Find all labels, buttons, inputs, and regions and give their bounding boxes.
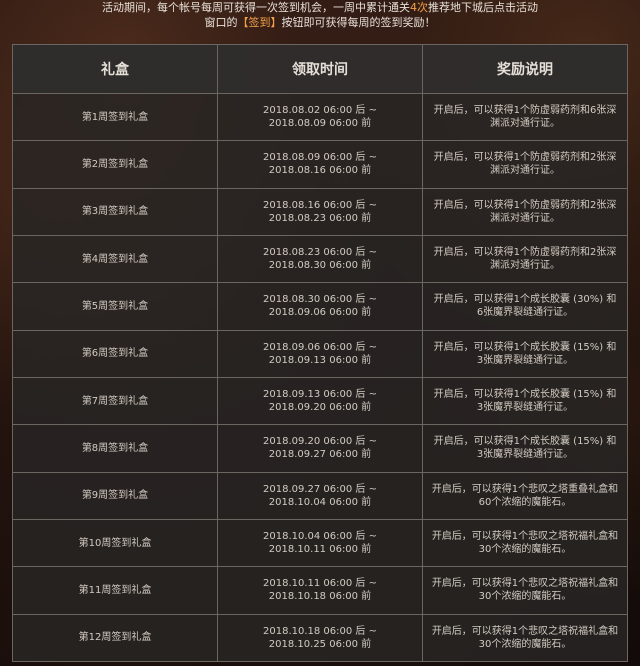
reward-desc: 开启后，可以获得1个悲叹之塔祝福礼盒和30个浓缩的魔能石。 <box>422 518 628 568</box>
claim-time: 2018.08.30 06:00 后 ~2018.09.06 06:00 前 <box>217 282 423 331</box>
reward-desc: 开启后，可以获得1个悲叹之塔重叠礼盒和60个浓缩的魔能石。 <box>422 471 628 520</box>
gift-box-name: 第6周签到礼盒 <box>12 329 218 378</box>
table-row: 第3周签到礼盒 2018.08.16 06:00 后 ~2018.08.23 0… <box>12 187 628 236</box>
claim-end: 2018.08.30 06:00 前 <box>268 260 372 272</box>
reward-desc: 开启后，可以获得1个成长胶囊 (15%) 和3张魔界裂缝通行证。 <box>422 329 628 378</box>
claim-start: 2018.08.02 06:00 后 ~ <box>263 105 377 117</box>
notice-line-2: 窗口的【签到】按钮即可获得每周的签到奖励！ <box>0 15 640 30</box>
claim-time: 2018.09.06 06:00 后 ~2018.09.13 06:00 前 <box>217 329 423 378</box>
reward-desc: 开启后，可以获得1个成长胶囊 (15%) 和3张魔界裂缝通行证。 <box>422 376 628 426</box>
claim-time: 2018.10.11 06:00 后 ~2018.10.18 06:00 前 <box>217 566 423 615</box>
reward-desc: 开启后，可以获得1个防虚弱药剂和2张深渊派对通行证。 <box>422 140 628 189</box>
claim-start: 2018.09.13 06:00 后 ~ <box>263 389 377 401</box>
table-row: 第5周签到礼盒 2018.08.30 06:00 后 ~2018.09.06 0… <box>12 282 628 331</box>
claim-time: 2018.10.18 06:00 后 ~2018.10.25 06:00 前 <box>217 613 423 663</box>
notice-text: 按钮即可获得每周的签到奖励！ <box>281 16 436 29</box>
claim-start: 2018.08.30 06:00 后 ~ <box>263 294 377 306</box>
claim-start: 2018.09.20 06:00 后 ~ <box>263 436 377 448</box>
claim-end: 2018.09.13 06:00 前 <box>268 354 372 366</box>
reward-desc: 开启后，可以获得1个悲叹之塔祝福礼盒和30个浓缩的魔能石。 <box>422 613 628 663</box>
claim-end: 2018.10.11 06:00 前 <box>268 544 372 556</box>
gift-box-name: 第8周签到礼盒 <box>12 424 218 473</box>
table-row: 第2周签到礼盒 2018.08.09 06:00 后 ~2018.08.16 0… <box>12 140 628 189</box>
notice-highlight-count: 4次 <box>410 1 428 14</box>
reward-desc: 开启后，可以获得1个成长胶囊 (15%) 和3张魔界裂缝通行证。 <box>422 424 628 473</box>
claim-end: 2018.08.09 06:00 前 <box>268 118 372 130</box>
reward-table: 礼盒 领取时间 奖励说明 第1周签到礼盒 2018.08.02 06:00 后 … <box>12 44 628 663</box>
claim-start: 2018.08.23 06:00 后 ~ <box>263 247 377 259</box>
header-gift-box: 礼盒 <box>12 44 218 94</box>
claim-start: 2018.10.11 06:00 后 ~ <box>263 578 377 590</box>
table-row: 第9周签到礼盒 2018.09.27 06:00 后 ~2018.10.04 0… <box>12 471 628 520</box>
claim-time: 2018.09.13 06:00 后 ~2018.09.20 06:00 前 <box>217 376 423 426</box>
claim-end: 2018.09.06 06:00 前 <box>268 307 372 319</box>
claim-start: 2018.10.04 06:00 后 ~ <box>263 531 377 543</box>
gift-box-name: 第4周签到礼盒 <box>12 234 218 284</box>
reward-desc: 开启后，可以获得1个防虚弱药剂和6张深渊派对通行证。 <box>422 92 628 142</box>
gift-box-name: 第11周签到礼盒 <box>12 566 218 615</box>
notice-text: 推荐地下城后点击活动 <box>428 1 538 14</box>
table-row: 第4周签到礼盒 2018.08.23 06:00 后 ~2018.08.30 0… <box>12 234 628 284</box>
claim-start: 2018.10.18 06:00 后 ~ <box>263 625 377 637</box>
claim-time: 2018.08.23 06:00 后 ~2018.08.30 06:00 前 <box>217 234 423 284</box>
notice-text: 窗口的 <box>204 16 238 29</box>
table-header-row: 礼盒 领取时间 奖励说明 <box>12 44 628 94</box>
gift-box-name: 第1周签到礼盒 <box>12 92 218 142</box>
claim-time: 2018.10.04 06:00 后 ~2018.10.11 06:00 前 <box>217 518 423 568</box>
claim-start: 2018.09.06 06:00 后 ~ <box>263 341 377 353</box>
event-notice: 活动期间，每个帐号每周可获得一次签到机会，一周中累计通关4次推荐地下城后点击活动… <box>0 0 640 40</box>
table-row: 第8周签到礼盒 2018.09.20 06:00 后 ~2018.09.27 0… <box>12 424 628 473</box>
header-claim-time: 领取时间 <box>217 44 423 94</box>
notice-line-1: 活动期间，每个帐号每周可获得一次签到机会，一周中累计通关4次推荐地下城后点击活动 <box>0 0 640 15</box>
claim-end: 2018.08.16 06:00 前 <box>268 165 372 177</box>
reward-desc: 开启后，可以获得1个成长胶囊 (30%) 和6张魔界裂缝通行证。 <box>422 282 628 331</box>
claim-end: 2018.10.25 06:00 前 <box>268 638 372 650</box>
table-row: 第10周签到礼盒 2018.10.04 06:00 后 ~2018.10.11 … <box>12 518 628 568</box>
table-row: 第12周签到礼盒 2018.10.18 06:00 后 ~2018.10.25 … <box>12 613 628 663</box>
claim-start: 2018.08.09 06:00 后 ~ <box>263 152 377 164</box>
gift-box-name: 第10周签到礼盒 <box>12 518 218 568</box>
gift-box-name: 第9周签到礼盒 <box>12 471 218 520</box>
table-row: 第6周签到礼盒 2018.09.06 06:00 后 ~2018.09.13 0… <box>12 329 628 378</box>
claim-end: 2018.10.04 06:00 前 <box>268 496 372 508</box>
claim-end: 2018.10.18 06:00 前 <box>268 591 372 603</box>
notice-highlight-checkin: 【签到】 <box>237 16 282 29</box>
table-body: 第1周签到礼盒 2018.08.02 06:00 后 ~2018.08.09 0… <box>12 92 628 663</box>
reward-desc: 开启后，可以获得1个防虚弱药剂和2张深渊派对通行证。 <box>422 187 628 236</box>
claim-start: 2018.08.16 06:00 后 ~ <box>263 199 377 211</box>
reward-table-container: 礼盒 领取时间 奖励说明 第1周签到礼盒 2018.08.02 06:00 后 … <box>12 44 628 663</box>
claim-end: 2018.08.23 06:00 前 <box>268 212 372 224</box>
notice-text: 活动期间，每个帐号每周可获得一次签到机会，一周中累计通关 <box>102 1 410 14</box>
table-row: 第1周签到礼盒 2018.08.02 06:00 后 ~2018.08.09 0… <box>12 92 628 142</box>
claim-start: 2018.09.27 06:00 后 ~ <box>263 483 377 495</box>
reward-desc: 开启后，可以获得1个悲叹之塔祝福礼盒和30个浓缩的魔能石。 <box>422 566 628 615</box>
gift-box-name: 第3周签到礼盒 <box>12 187 218 236</box>
header-reward-desc: 奖励说明 <box>422 44 628 94</box>
claim-time: 2018.09.27 06:00 后 ~2018.10.04 06:00 前 <box>217 471 423 520</box>
table-row: 第7周签到礼盒 2018.09.13 06:00 后 ~2018.09.20 0… <box>12 376 628 426</box>
gift-box-name: 第5周签到礼盒 <box>12 282 218 331</box>
gift-box-name: 第7周签到礼盒 <box>12 376 218 426</box>
claim-time: 2018.08.09 06:00 后 ~2018.08.16 06:00 前 <box>217 140 423 189</box>
gift-box-name: 第2周签到礼盒 <box>12 140 218 189</box>
claim-time: 2018.09.20 06:00 后 ~2018.09.27 06:00 前 <box>217 424 423 473</box>
table-row: 第11周签到礼盒 2018.10.11 06:00 后 ~2018.10.18 … <box>12 566 628 615</box>
reward-desc: 开启后，可以获得1个防虚弱药剂和2张深渊派对通行证。 <box>422 234 628 284</box>
claim-time: 2018.08.02 06:00 后 ~2018.08.09 06:00 前 <box>217 92 423 142</box>
claim-time: 2018.08.16 06:00 后 ~2018.08.23 06:00 前 <box>217 187 423 236</box>
claim-end: 2018.09.27 06:00 前 <box>268 449 372 461</box>
gift-box-name: 第12周签到礼盒 <box>12 613 218 663</box>
claim-end: 2018.09.20 06:00 前 <box>268 402 372 414</box>
